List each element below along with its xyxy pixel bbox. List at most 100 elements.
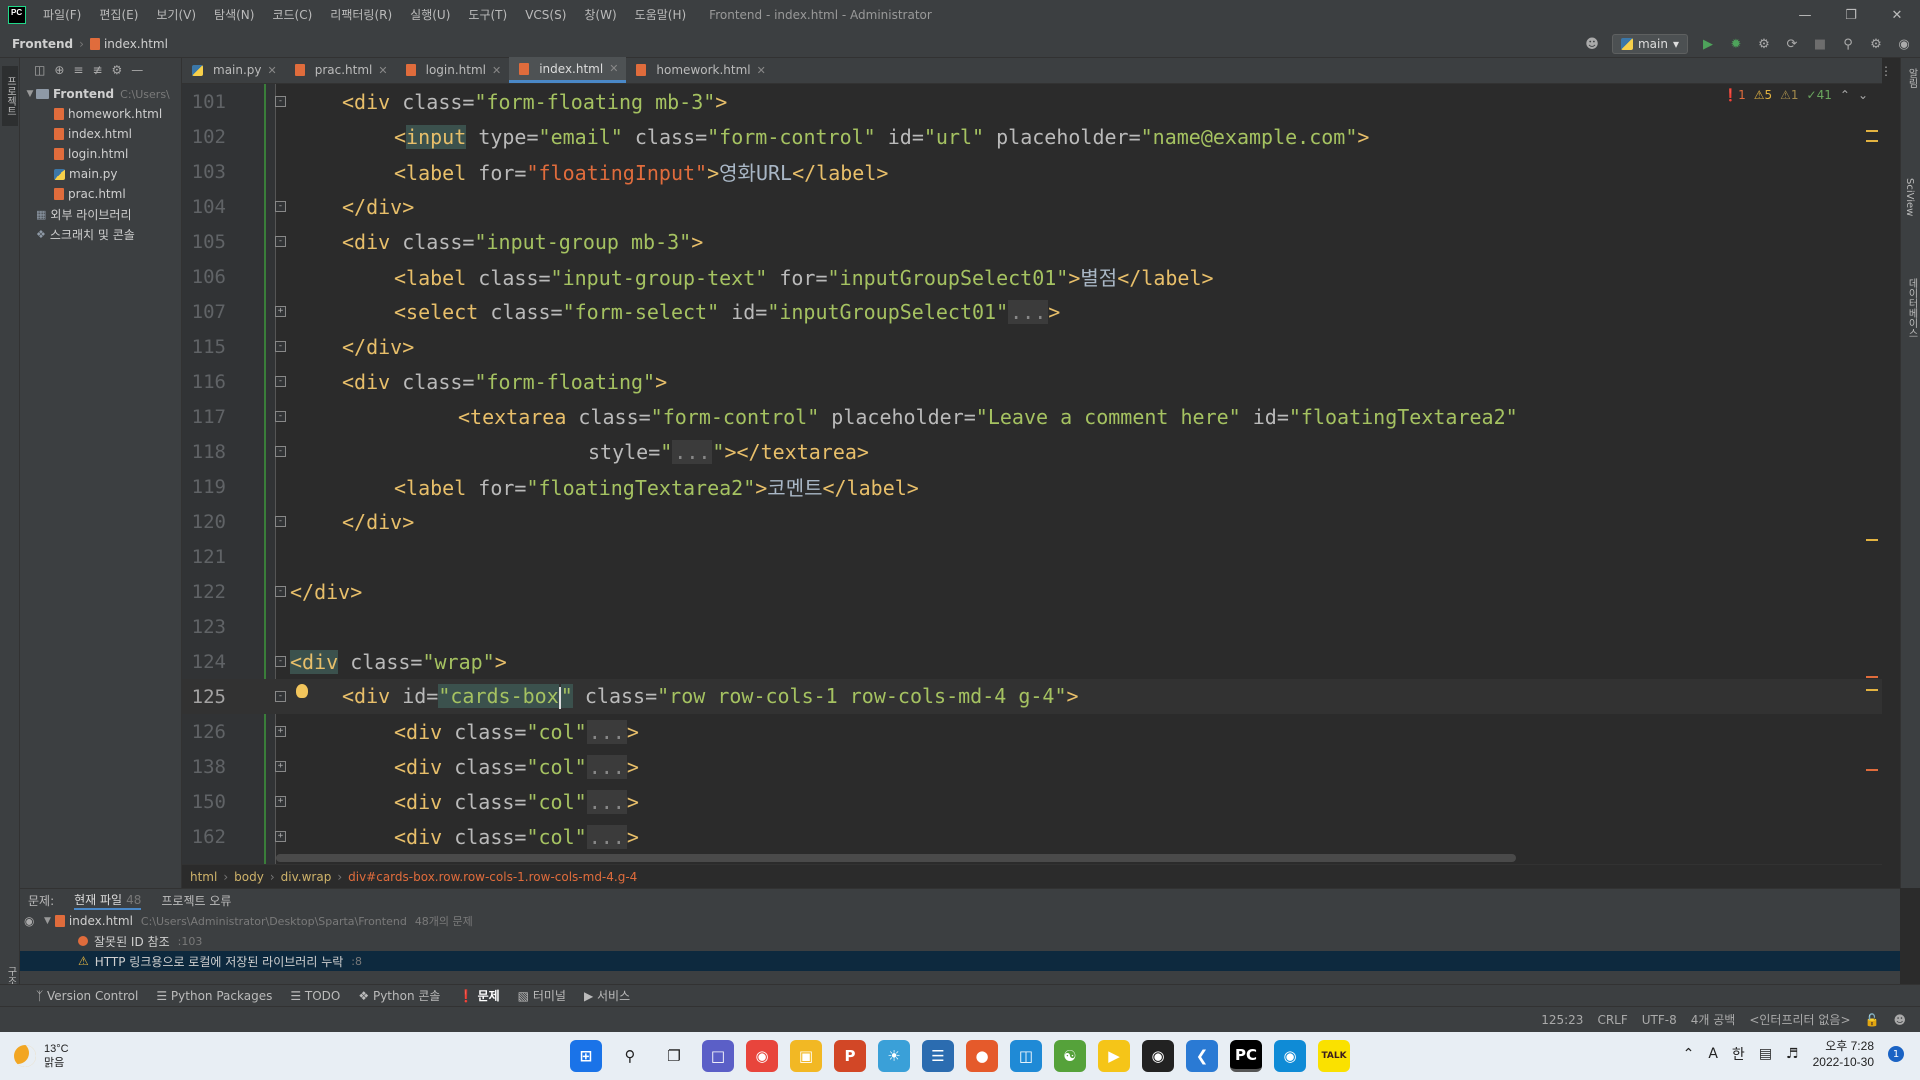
menu-help[interactable]: 도움말(H) <box>626 0 696 30</box>
fold-icon[interactable]: + <box>275 761 286 772</box>
notifications-tool-tab[interactable]: 알림 <box>1904 68 1919 88</box>
menu-file[interactable]: 파일(F) <box>34 0 90 30</box>
sciview-tool-tab[interactable]: SciView <box>1904 178 1915 216</box>
close-icon[interactable]: ✕ <box>1874 0 1920 30</box>
profile-icon[interactable]: ⟳ <box>1784 37 1800 52</box>
close-tab-icon[interactable]: ✕ <box>609 62 618 75</box>
menu-refactor[interactable]: 리팩터링(R) <box>321 0 401 30</box>
close-tab-icon[interactable]: ✕ <box>757 64 766 77</box>
eye-icon[interactable]: ◉ <box>24 914 44 928</box>
lock-icon[interactable]: 🔓 <box>1865 1013 1880 1027</box>
search-icon[interactable]: ⚲ <box>614 1040 646 1072</box>
fold-icon[interactable]: - <box>275 586 286 597</box>
nav-file[interactable]: index.html <box>104 37 168 51</box>
database-tool-tab[interactable]: 데이터베이스 <box>1904 278 1919 338</box>
search-icon[interactable]: ⚲ <box>1840 37 1856 52</box>
tool-tab-python-packages[interactable]: ☰ Python Packages <box>156 989 272 1003</box>
media-player-icon[interactable]: ▶ <box>1098 1040 1130 1072</box>
breadcrumb-item[interactable]: div#cards-box.row.row-cols-1.row-cols-md… <box>348 870 637 884</box>
tree-root[interactable]: ▼ Frontend C:\Users\ <box>20 84 181 104</box>
scroll-marker[interactable] <box>1866 130 1878 132</box>
fold-icon[interactable]: - <box>275 446 286 457</box>
tab-login-html[interactable]: login.html ✕ <box>396 57 510 83</box>
gear-icon[interactable]: ⚙ <box>112 63 123 77</box>
fold-icon[interactable]: + <box>275 796 286 807</box>
fold-icon[interactable]: + <box>275 726 286 737</box>
hide-icon[interactable]: — <box>131 63 143 77</box>
font-a-icon[interactable]: A <box>1708 1046 1718 1062</box>
tab-prac-html[interactable]: prac.html ✕ <box>285 57 396 83</box>
chevron-up-icon[interactable]: ⌃ <box>1683 1046 1695 1062</box>
fold-icon[interactable]: - <box>275 201 286 212</box>
update-icon[interactable]: ◉ <box>1896 37 1912 52</box>
more-tabs-icon[interactable]: ⋮ <box>1880 64 1892 78</box>
settings-icon[interactable]: ⚙ <box>1868 37 1884 52</box>
debug-icon[interactable]: ✹ <box>1728 37 1744 52</box>
task-view-icon[interactable]: ❐ <box>658 1040 690 1072</box>
scroll-marker[interactable] <box>1866 140 1878 142</box>
project-tool-tab[interactable]: 프로젝트 <box>2 66 18 126</box>
user-icon[interactable]: ☻ <box>1584 37 1600 52</box>
run-config-select[interactable]: main ▾ <box>1611 34 1688 54</box>
fold-icon[interactable]: - <box>275 691 286 702</box>
scroll-marker[interactable] <box>1866 676 1878 678</box>
tab-project-errors[interactable]: 프로젝트 오류 <box>161 892 231 909</box>
horizontal-scrollbar[interactable] <box>276 854 1516 862</box>
close-tab-icon[interactable]: ✕ <box>268 64 277 77</box>
file-explorer-icon[interactable]: ▣ <box>790 1040 822 1072</box>
fold-icon[interactable]: - <box>275 516 286 527</box>
menu-tools[interactable]: 도구(T) <box>459 0 516 30</box>
tree-scratches[interactable]: ❖ 스크래치 및 콘솔 <box>20 224 181 244</box>
code-editor[interactable]: ❗1 ⚠5 ⚠1 ✓41 ⌃ ⌄ 101 - <div class="form-… <box>182 84 1882 864</box>
windows-start-icon[interactable]: ⊞ <box>570 1040 602 1072</box>
expand-all-icon[interactable]: ≡ <box>73 63 83 77</box>
breadcrumb-item[interactable]: html <box>190 870 217 884</box>
fold-icon[interactable]: - <box>275 96 286 107</box>
restore-icon[interactable]: ❐ <box>1828 0 1874 30</box>
tab-homework-html[interactable]: homework.html ✕ <box>626 57 773 83</box>
fold-icon[interactable]: - <box>275 376 286 387</box>
tree-file[interactable]: homework.html <box>20 104 181 124</box>
breadcrumb-item[interactable]: div.wrap <box>281 870 332 884</box>
scroll-marker[interactable] <box>1866 769 1878 771</box>
tree-file[interactable]: prac.html <box>20 184 181 204</box>
people-icon[interactable]: ☻ <box>1893 1013 1906 1027</box>
close-tab-icon[interactable]: ✕ <box>378 64 387 77</box>
minimize-icon[interactable]: — <box>1782 0 1828 30</box>
kakaotalk-icon[interactable]: TALK <box>1318 1040 1350 1072</box>
store-icon[interactable]: ◫ <box>1010 1040 1042 1072</box>
chrome-icon[interactable]: ◉ <box>746 1040 778 1072</box>
menu-code[interactable]: 코드(C) <box>263 0 321 30</box>
tab-main-py[interactable]: main.py ✕ <box>182 57 285 83</box>
notepad-icon[interactable]: ☰ <box>922 1040 954 1072</box>
project-view-icon[interactable]: ◫ <box>34 63 45 77</box>
fold-icon[interactable]: - <box>275 341 286 352</box>
fold-icon[interactable]: - <box>275 656 286 667</box>
chevron-down-icon[interactable]: ▼ <box>44 916 51 926</box>
tool-tab-todo[interactable]: ☰ TODO <box>290 989 340 1003</box>
stop-icon[interactable]: ■ <box>1812 37 1828 52</box>
locate-icon[interactable]: ⊕ <box>54 63 64 77</box>
weather-widget[interactable]: 13°C 맑음 <box>0 1042 69 1070</box>
tree-file[interactable]: index.html <box>20 124 181 144</box>
menu-navigate[interactable]: 탐색(N) <box>205 0 263 30</box>
fold-icon[interactable]: + <box>275 306 286 317</box>
vscode-icon[interactable]: ❮ <box>1186 1040 1218 1072</box>
menu-vcs[interactable]: VCS(S) <box>516 0 575 30</box>
scroll-marker[interactable] <box>1866 689 1878 691</box>
menu-window[interactable]: 창(W) <box>575 0 625 30</box>
indent-setting[interactable]: 4개 공백 <box>1691 1011 1736 1028</box>
chevron-down-icon[interactable]: ▼ <box>24 89 36 99</box>
tool-tab-version-control[interactable]: ᛉ Version Control <box>36 989 138 1003</box>
tool-tab-problems[interactable]: ❗ 문제 <box>458 987 499 1004</box>
paint-icon[interactable]: ☀ <box>878 1040 910 1072</box>
interpreter-selector[interactable]: <인터프리터 없음> <box>1749 1011 1850 1028</box>
problem-file-row[interactable]: ◉ ▼ index.html C:\Users\Administrator\De… <box>20 911 1900 931</box>
pycharm-logo-icon[interactable]: PC <box>8 6 26 24</box>
problem-row[interactable]: 잘못된 ID 참조 :103 <box>20 931 1900 951</box>
powerpoint-icon[interactable]: P <box>834 1040 866 1072</box>
line-separator[interactable]: CRLF <box>1597 1013 1627 1027</box>
menu-edit[interactable]: 편집(E) <box>90 0 147 30</box>
breadcrumb-item[interactable]: body <box>234 870 264 884</box>
network-icon[interactable]: ▤ <box>1759 1046 1772 1062</box>
